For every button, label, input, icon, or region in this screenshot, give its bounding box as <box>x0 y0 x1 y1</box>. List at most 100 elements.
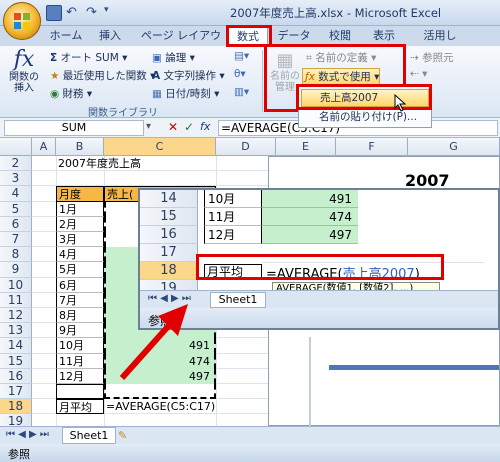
zoom-month-cell: 12月 <box>204 226 262 244</box>
month-cell[interactable]: 8月 <box>56 308 104 324</box>
coins-icon: ◉ <box>50 88 60 100</box>
column-header[interactable]: D <box>216 138 276 156</box>
row-header[interactable]: 2 <box>0 156 32 172</box>
book-icon: ▣ <box>152 52 162 64</box>
month-cell[interactable]: 6月 <box>56 277 104 293</box>
tab-view[interactable]: 表示 <box>366 26 402 46</box>
row-header[interactable]: 12 <box>0 308 32 324</box>
month-cell[interactable]: 3月 <box>56 232 104 248</box>
namebox-dropdown-icon[interactable]: ▾ <box>146 121 151 132</box>
name-box[interactable]: SUM <box>4 120 144 136</box>
tab-home[interactable]: ホーム <box>48 26 84 46</box>
qat-customize-icon[interactable]: ▾ <box>104 5 120 21</box>
row-header[interactable]: 14 <box>0 338 32 354</box>
row-header[interactable]: 3 <box>0 171 32 187</box>
zoom-sheet-bar: ⏮ ◀ ▶ ⏭ Sheet1 <box>140 290 498 308</box>
office-logo-icon <box>14 13 30 29</box>
function-library-label: 関数ライブラリ <box>88 108 158 119</box>
undo-icon[interactable]: ↶ <box>66 5 82 21</box>
row-header[interactable]: 10 <box>0 277 32 293</box>
text-label: 文字列操作 <box>163 70 216 82</box>
zoom-row-header: 18 <box>140 262 198 280</box>
autosum-button[interactable]: Σ オート SUM ▾ <box>50 50 127 65</box>
row-header[interactable]: 16 <box>0 368 32 384</box>
office-button[interactable] <box>3 2 41 40</box>
row-header[interactable]: 9 <box>0 262 32 278</box>
row-header[interactable]: 11 <box>0 292 32 308</box>
save-icon[interactable] <box>46 5 62 21</box>
more-functions-icon[interactable]: ▥▾ <box>234 86 249 98</box>
zoom-value-cell: 474 <box>262 208 358 226</box>
menu-item-paste-names[interactable]: 名前の貼り付け(P)... <box>301 109 429 127</box>
empty-row-cell[interactable] <box>56 384 104 400</box>
tab-insert[interactable]: 挿入 <box>92 26 128 46</box>
month-cell[interactable]: 2月 <box>56 216 104 232</box>
month-cell[interactable]: 12月 <box>56 368 104 384</box>
tab-addins[interactable]: 活用し <box>410 26 470 46</box>
sheet-title[interactable]: 2007年度売上高 <box>56 156 216 171</box>
month-cell[interactable]: 4月 <box>56 247 104 263</box>
row-header[interactable]: 4 <box>0 186 32 202</box>
sales-range-end[interactable] <box>104 384 216 400</box>
sheet-nav-icon[interactable]: ⏮ ◀ ▶ ⏭ <box>6 429 49 440</box>
insert-sheet-icon[interactable]: ✎ <box>118 429 127 442</box>
lookup-icon[interactable]: ▤▾ <box>234 50 249 62</box>
zoom-month-cell: 11月 <box>204 208 262 226</box>
month-cell[interactable]: 7月 <box>56 292 104 308</box>
sigma-icon: Σ <box>50 52 58 64</box>
title-bar: ↶ ↷ ▾ 2007年度売上高.xlsx - Microsoft Excel <box>0 0 500 26</box>
row-header[interactable]: 17 <box>0 384 32 400</box>
zoom-sheet-tab[interactable]: Sheet1 <box>210 292 266 308</box>
datetime-button[interactable]: ▦ 日付/時刻 ▾ <box>152 86 219 101</box>
column-header[interactable]: E <box>276 138 336 156</box>
column-header[interactable]: F <box>336 138 408 156</box>
logical-button[interactable]: ▣ 論理 ▾ <box>152 50 195 65</box>
cancel-icon[interactable]: ✕ <box>168 120 178 134</box>
column-header[interactable]: B <box>56 138 104 156</box>
row-header[interactable]: 18 <box>0 399 32 415</box>
month-cell[interactable]: 10月 <box>56 338 104 354</box>
avg-label-cell[interactable]: 月平均 <box>56 399 104 415</box>
tab-page-layout[interactable]: ページ レイアウト <box>140 26 222 62</box>
month-cell[interactable]: 9月 <box>56 323 104 339</box>
redo-icon[interactable]: ↷ <box>86 5 102 21</box>
row-header[interactable]: 15 <box>0 353 32 369</box>
row-header[interactable]: 8 <box>0 247 32 263</box>
trace-dependents-icon[interactable]: ⇠ ▾ <box>410 68 427 80</box>
fx-button[interactable]: fx <box>200 120 210 133</box>
avg-formula-cell[interactable]: =AVERAGE(C5:C17) <box>104 399 216 414</box>
insert-function-button[interactable]: fx 関数の 挿入 <box>6 48 42 106</box>
autosum-label: オート SUM <box>60 52 119 64</box>
fx-icon: fx <box>13 47 35 72</box>
financial-button[interactable]: ◉ 財務 ▾ <box>50 86 92 101</box>
text-a-icon: A <box>152 70 161 82</box>
month-cell[interactable]: 5月 <box>56 262 104 278</box>
enter-icon[interactable]: ✓ <box>184 120 194 134</box>
zoom-value-cell: 491 <box>262 190 358 208</box>
tab-review[interactable]: 校閲 <box>322 26 358 46</box>
sheet-tab[interactable]: Sheet1 <box>62 427 116 444</box>
row-header[interactable]: 5 <box>0 201 32 217</box>
zoom-value-cell: 497 <box>262 226 358 244</box>
financial-label: 財務 <box>62 88 84 100</box>
select-all-corner[interactable] <box>0 138 32 156</box>
formula-highlight <box>196 254 444 280</box>
header-month[interactable]: 月度 <box>56 186 104 202</box>
month-cell[interactable]: 11月 <box>56 353 104 369</box>
column-header[interactable]: A <box>32 138 56 156</box>
logical-label: 論理 <box>165 52 187 64</box>
zoom-row-header: 17 <box>140 244 198 262</box>
row-header[interactable]: 6 <box>0 216 32 232</box>
row-header[interactable]: 13 <box>0 323 32 339</box>
zoom-row-header: 15 <box>140 208 198 226</box>
month-cell[interactable]: 1月 <box>56 201 104 217</box>
text-button[interactable]: A 文字列操作 ▾ <box>152 68 225 83</box>
tab-data[interactable]: データ <box>274 26 314 46</box>
recent-functions-button[interactable]: ★ 最近使用した関数 ▾ <box>50 68 155 83</box>
menu-item-highlight <box>296 84 432 110</box>
trace-precedents-button[interactable]: ⇢ 参照元 <box>410 50 454 65</box>
math-icon[interactable]: θ▾ <box>234 68 246 80</box>
row-header[interactable]: 7 <box>0 232 32 248</box>
column-header[interactable]: C <box>104 138 216 156</box>
column-header[interactable]: G <box>408 138 500 156</box>
